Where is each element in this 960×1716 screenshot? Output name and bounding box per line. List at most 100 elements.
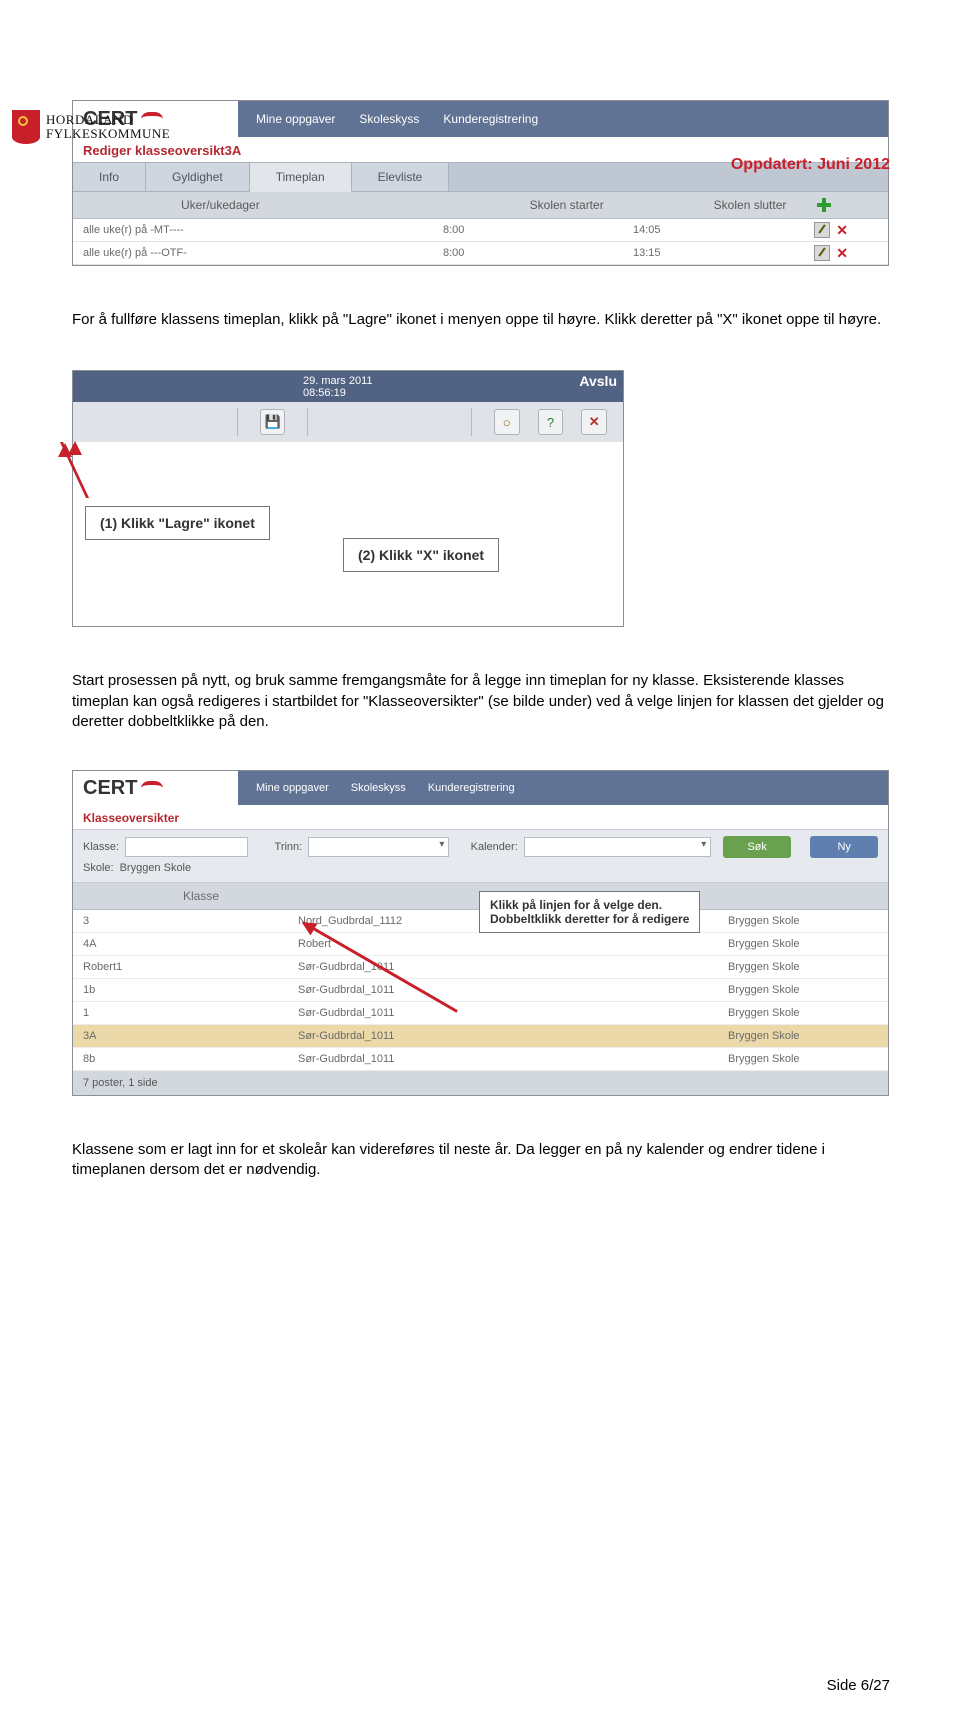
help-icon[interactable]: ? — [538, 409, 564, 435]
cell-grunnkalender: Sør-Gudbrdal_1011 — [288, 984, 718, 996]
row-actions — [814, 222, 848, 239]
table-row[interactable]: 4ARobertBryggen Skole — [73, 933, 888, 956]
screenshot-klasseoversikter: CERT Mine oppgaver Skoleskyss Kunderegis… — [72, 770, 889, 1096]
menu-item[interactable]: Skoleskyss — [359, 112, 419, 126]
cell-skole: Bryggen Skole — [718, 961, 888, 973]
arrow-icon — [60, 442, 229, 498]
callout-select: Klikk på linjen for å velge den. Dobbelt… — [479, 891, 700, 933]
callout-line1: Klikk på linjen for å velge den. — [490, 898, 689, 912]
status-bar: 29. mars 2011 08:56:19 Avslu — [73, 371, 623, 402]
filter-panel: Klasse: Trinn: Kalender: Søk Ny Skole: B… — [73, 829, 888, 883]
cell-skole: Bryggen Skole — [718, 938, 888, 950]
menu-item[interactable]: Mine oppgaver — [256, 782, 329, 794]
cell-grunnkalender: Sør-Gudbrdal_1011 — [288, 1007, 718, 1019]
paragraph: For å fullføre klassens timeplan, klikk … — [72, 310, 888, 330]
main-menu: Mine oppgaver Skoleskyss Kunderegistreri… — [238, 101, 888, 137]
screenshot-timeplan: CERT Mine oppgaver Skoleskyss Kunderegis… — [72, 100, 889, 266]
label-klasse: Klasse: — [83, 841, 119, 853]
app-header: CERT Mine oppgaver Skoleskyss Kunderegis… — [73, 771, 888, 805]
cell-grunnkalender: Sør-Gudbrdal_1011 — [288, 961, 718, 973]
callout-area: (1) Klikk "Lagre" ikonet (2) Klikk "X" i… — [73, 442, 623, 626]
cell-skole: Bryggen Skole — [718, 1030, 888, 1042]
col-klasse: Klasse — [73, 889, 388, 903]
cell-klasse: 3 — [73, 915, 288, 927]
table-row[interactable]: alle uke(r) på -MT---- 8:00 14:05 — [73, 219, 888, 242]
label-trinn: Trinn: — [275, 841, 303, 853]
delete-icon[interactable] — [836, 245, 848, 262]
main-menu: Mine oppgaver Skoleskyss Kunderegistreri… — [238, 771, 888, 805]
swoosh-icon — [141, 112, 163, 130]
edit-icon[interactable] — [814, 222, 830, 238]
cell-skole: Bryggen Skole — [718, 915, 888, 927]
table-footer: 7 poster, 1 side — [73, 1071, 888, 1095]
toolbar-separator — [471, 408, 472, 436]
table-row[interactable]: 1Sør-Gudbrdal_1011Bryggen Skole — [73, 1002, 888, 1025]
close-icon[interactable]: ✕ — [581, 409, 607, 435]
toolbar-separator — [237, 408, 238, 436]
add-row-icon[interactable] — [816, 197, 832, 213]
menu-item[interactable]: Kunderegistrering — [443, 112, 538, 126]
page-title: Klasseoversikter — [73, 805, 888, 829]
row-actions — [814, 245, 848, 262]
col-ukedager: Uker/ukedager — [73, 198, 530, 212]
menu-item[interactable]: Skoleskyss — [351, 782, 406, 794]
tab-gyldighet[interactable]: Gyldighet — [146, 163, 250, 191]
tab-info[interactable]: Info — [73, 163, 146, 191]
trinn-dropdown[interactable] — [308, 837, 449, 857]
table-row[interactable]: 3ASør-Gudbrdal_1011Bryggen Skole — [73, 1025, 888, 1048]
table-row[interactable]: Robert1Sør-Gudbrdal_1011Bryggen Skole — [73, 956, 888, 979]
cell-klasse: 8b — [73, 1053, 288, 1065]
app-header: CERT Mine oppgaver Skoleskyss Kunderegis… — [73, 101, 888, 137]
cell-klasse: 1 — [73, 1007, 288, 1019]
edit-icon[interactable] — [814, 245, 830, 261]
table-body: 3Nord_Gudbrdal_1112Bryggen Skole4ARobert… — [73, 910, 888, 1071]
cell-start: 8:00 — [443, 224, 633, 236]
arrow-icon — [73, 498, 76, 592]
tab-timeplan[interactable]: Timeplan — [250, 163, 352, 192]
cell-dager: alle uke(r) på ---OTF- — [73, 247, 443, 259]
status-date: 29. mars 2011 — [303, 375, 373, 387]
tab-elevliste[interactable]: Elevliste — [352, 163, 450, 191]
cell-grunnkalender: Sør-Gudbrdal_1011 — [288, 1053, 718, 1065]
cell-klasse: 1b — [73, 984, 288, 996]
shield-icon — [12, 110, 40, 144]
status-time: 08:56:19 — [303, 387, 346, 399]
menu-item[interactable]: Mine oppgaver — [256, 112, 335, 126]
table-row[interactable]: alle uke(r) på ---OTF- 8:00 13:15 — [73, 242, 888, 265]
save-icon[interactable]: 💾 — [260, 409, 286, 435]
callout-lagre: (1) Klikk "Lagre" ikonet — [85, 506, 270, 540]
cell-skole: Bryggen Skole — [718, 984, 888, 996]
cell-klasse: 3A — [73, 1030, 288, 1042]
cell-klasse: Robert1 — [73, 961, 288, 973]
toolbar-separator — [307, 408, 308, 436]
paragraph: Klassene som er lagt inn for et skoleår … — [72, 1140, 888, 1181]
cell-slutt: 14:05 — [633, 224, 813, 236]
updated-date: Oppdatert: Juni 2012 — [731, 156, 890, 174]
menu-item[interactable]: Kunderegistrering — [428, 782, 515, 794]
label-skole: Skole: — [83, 862, 114, 874]
table-row[interactable]: 8bSør-Gudbrdal_1011Bryggen Skole — [73, 1048, 888, 1071]
cell-slutt: 13:15 — [633, 247, 813, 259]
cell-skole: Bryggen Skole — [718, 1007, 888, 1019]
klasse-input[interactable] — [125, 837, 248, 857]
toolbar: 💾 ○ ? ✕ — [73, 402, 623, 442]
new-button[interactable]: Ny — [810, 836, 878, 858]
screenshot-toolbar: 29. mars 2011 08:56:19 Avslu 💾 ○ ? ✕ (1)… — [72, 370, 624, 627]
cert-logo: CERT — [73, 777, 238, 800]
table-row[interactable]: 1bSør-Gudbrdal_1011Bryggen Skole — [73, 979, 888, 1002]
cell-grunnkalender: Sør-Gudbrdal_1011 — [288, 1030, 718, 1042]
callout-x: (2) Klikk "X" ikonet — [343, 538, 499, 572]
circle-icon[interactable]: ○ — [494, 409, 520, 435]
cell-dager: alle uke(r) på -MT---- — [73, 224, 443, 236]
search-button[interactable]: Søk — [723, 836, 791, 858]
skole-value: Bryggen Skole — [120, 862, 192, 874]
paragraph: Start prosessen på nytt, og bruk samme f… — [72, 671, 888, 732]
cert-text: CERT — [83, 777, 137, 800]
label-kalender: Kalender: — [471, 841, 518, 853]
avslutt-label: Avslu — [579, 373, 617, 389]
document-page: HORDALAND FYLKESKOMMUNE Oppdatert: Juni … — [0, 100, 960, 1716]
kalender-dropdown[interactable] — [524, 837, 712, 857]
delete-icon[interactable] — [836, 222, 848, 239]
cell-skole: Bryggen Skole — [718, 1053, 888, 1065]
cell-grunnkalender: Robert — [288, 938, 718, 950]
